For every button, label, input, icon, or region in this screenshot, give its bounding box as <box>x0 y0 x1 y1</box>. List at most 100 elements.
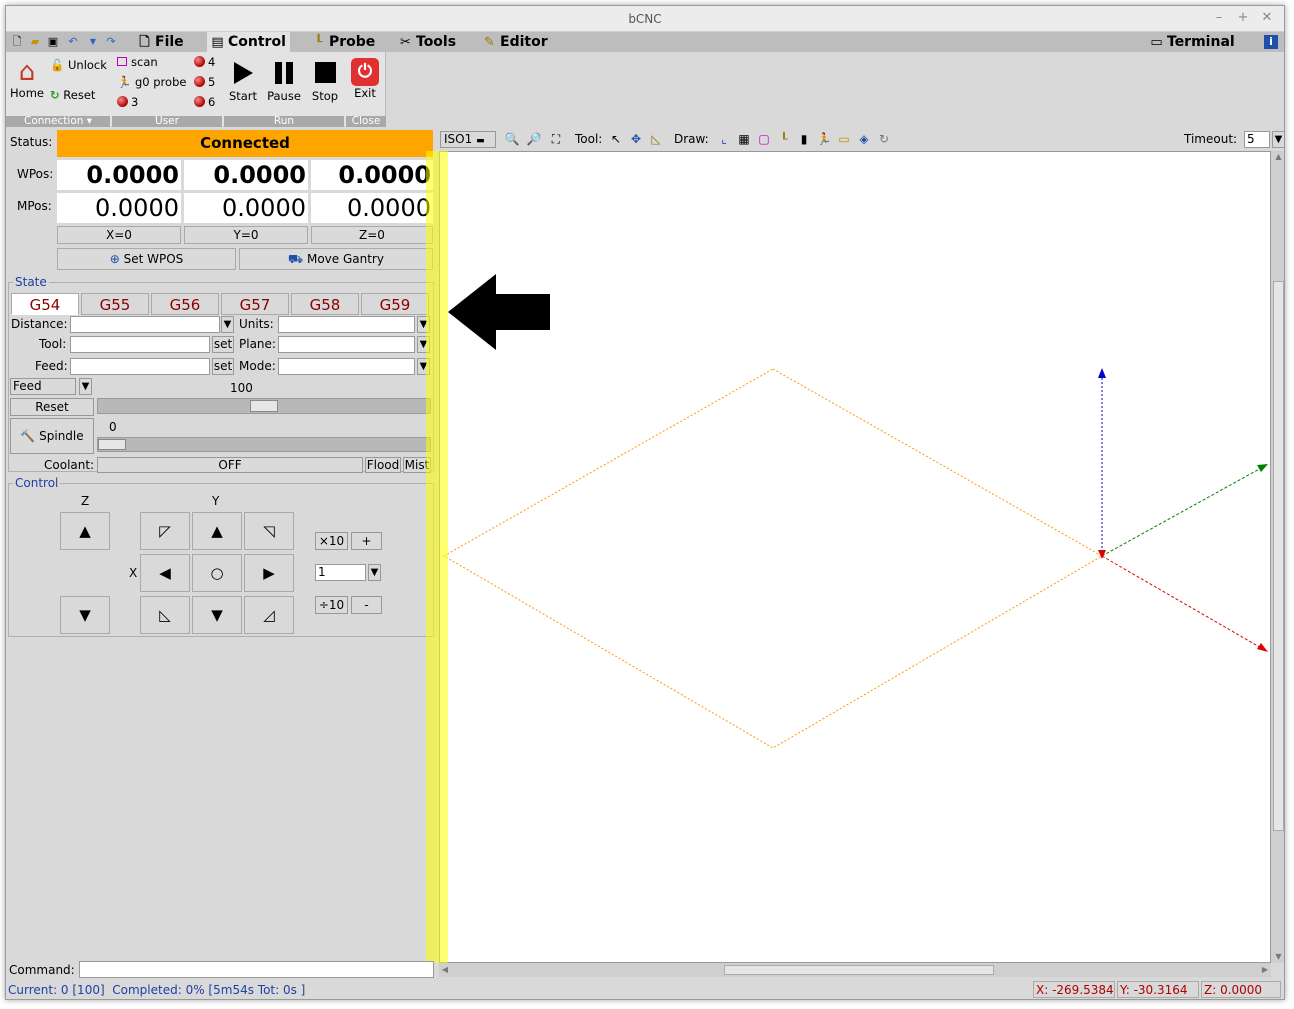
feed-input[interactable] <box>70 358 210 375</box>
info-icon[interactable]: i <box>1264 35 1278 49</box>
tab-g54[interactable]: G54 <box>11 293 79 315</box>
minimize-icon[interactable]: – <box>1210 10 1228 25</box>
feed-reset-button[interactable]: Reset <box>10 398 94 416</box>
slider-handle[interactable] <box>98 439 126 450</box>
undo-dropdown-icon[interactable]: ▼ <box>86 35 100 49</box>
pointer-icon[interactable]: ↖ <box>608 131 624 147</box>
unlock-button[interactable]: 🔓 Unlock <box>50 58 107 72</box>
tab-g56[interactable]: G56 <box>151 293 219 315</box>
connection-group-label[interactable]: Connection ▾ <box>6 116 110 127</box>
step-size-input[interactable]: 1 <box>315 564 366 581</box>
margin-icon[interactable]: ▢ <box>756 131 772 147</box>
rapid-icon[interactable]: 🏃 <box>816 131 832 147</box>
paths-icon[interactable]: ◈ <box>856 131 872 147</box>
view-select[interactable]: ISO1 ▬ <box>440 131 496 148</box>
workarea-icon[interactable]: ▮ <box>796 131 812 147</box>
tab-file[interactable]: 🗋 File <box>134 32 188 52</box>
axes-icon[interactable]: ⌞ <box>716 131 732 147</box>
jog-z-up-button[interactable]: ▲ <box>60 512 110 550</box>
step-multiply-button[interactable]: ×10 <box>315 532 348 550</box>
slider-handle[interactable] <box>250 400 278 412</box>
tab-editor[interactable]: ✎ Editor <box>479 32 552 52</box>
redraw-icon[interactable]: ↻ <box>876 131 892 147</box>
zoom-out-icon[interactable]: 🔎 <box>526 131 542 147</box>
jog-y-plus-button[interactable]: ▲ <box>192 512 242 550</box>
scroll-down-icon[interactable]: ▼ <box>1271 951 1284 963</box>
scroll-thumb[interactable] <box>1273 281 1284 831</box>
jog-x-plus-button[interactable]: ▶ <box>244 554 294 592</box>
chevron-down-icon[interactable]: ▼ <box>79 378 92 395</box>
tab-terminal[interactable]: ▭ Terminal <box>1146 32 1239 52</box>
chevron-down-icon[interactable]: ▼ <box>368 564 381 581</box>
pause-button[interactable]: Pause <box>264 60 304 103</box>
tab-control[interactable]: ▤ Control <box>207 32 290 52</box>
grid-icon[interactable]: ▦ <box>736 131 752 147</box>
plane-select[interactable] <box>278 336 415 353</box>
chevron-down-icon[interactable]: ▼ <box>221 316 234 333</box>
move-gantry-button[interactable]: ⛟ Move Gantry <box>239 248 433 270</box>
open-folder-icon[interactable]: ▰ <box>28 35 42 49</box>
zoom-fit-icon[interactable]: ⛶ <box>548 131 564 147</box>
scroll-right-icon[interactable]: ▶ <box>1259 963 1271 977</box>
reset-button[interactable]: ↻ Reset <box>50 88 95 102</box>
jog-x-minus-y-minus-button[interactable]: ◺ <box>140 596 190 634</box>
distance-select[interactable] <box>70 316 220 333</box>
ruler-icon[interactable]: ◺ <box>648 131 664 147</box>
coolant-off-button[interactable]: OFF <box>97 457 363 473</box>
tab-g55[interactable]: G55 <box>81 293 149 315</box>
tool-set-button[interactable]: set <box>212 336 234 353</box>
user-button-4[interactable]: 4 <box>194 55 215 69</box>
tab-tools[interactable]: ✂ Tools <box>395 32 460 52</box>
jog-home-button[interactable]: ○ <box>192 554 242 592</box>
vertical-scrollbar[interactable]: ▲ ▼ <box>1271 151 1284 963</box>
spindle-slider[interactable] <box>97 437 431 452</box>
maximize-icon[interactable]: + <box>1234 10 1252 25</box>
units-select[interactable] <box>278 316 415 333</box>
save-icon[interactable]: ▣ <box>46 35 60 49</box>
camera-icon[interactable]: ▭ <box>836 131 852 147</box>
scroll-up-icon[interactable]: ▲ <box>1271 151 1284 163</box>
jog-y-minus-button[interactable]: ▼ <box>192 596 242 634</box>
timeout-input[interactable]: 5 <box>1244 131 1270 148</box>
tab-g58[interactable]: G58 <box>291 293 359 315</box>
new-file-icon[interactable]: 🗋 <box>10 35 24 49</box>
user-button-6[interactable]: 6 <box>194 95 215 109</box>
zoom-in-icon[interactable]: 🔍 <box>504 131 520 147</box>
step-minus-button[interactable]: - <box>351 596 382 614</box>
horizontal-scrollbar[interactable]: ◀ ▶ <box>439 963 1271 977</box>
pan-icon[interactable]: ✥ <box>628 131 644 147</box>
spindle-button[interactable]: 🔨 Spindle <box>10 418 94 454</box>
home-button[interactable]: ⌂ Home <box>8 58 46 100</box>
exit-button[interactable]: ⏻ Exit <box>347 58 383 100</box>
jog-x-plus-y-plus-button[interactable]: ◹ <box>244 512 294 550</box>
command-input[interactable] <box>79 961 434 978</box>
probe-draw-icon[interactable]: ┖ <box>776 131 792 147</box>
redo-icon[interactable]: ↷ <box>104 35 118 49</box>
user-button-5[interactable]: 5 <box>194 75 215 89</box>
flood-button[interactable]: Flood <box>365 457 401 473</box>
jog-z-down-button[interactable]: ▼ <box>60 596 110 634</box>
set-wpos-button[interactable]: ⊕ Set WPOS <box>57 248 236 270</box>
tool-input[interactable] <box>70 336 210 353</box>
feed-override-select[interactable]: Feed <box>10 378 76 395</box>
scroll-left-icon[interactable]: ◀ <box>439 963 451 977</box>
zero-y-button[interactable]: Y=0 <box>184 226 308 244</box>
zero-x-button[interactable]: X=0 <box>57 226 181 244</box>
tab-probe[interactable]: ┖ Probe <box>308 32 379 52</box>
step-plus-button[interactable]: + <box>351 532 382 550</box>
undo-icon[interactable]: ↶ <box>66 35 80 49</box>
start-button[interactable]: Start <box>226 60 260 103</box>
stop-button[interactable]: Stop <box>308 60 342 103</box>
chevron-down-icon[interactable]: ▼ <box>1272 131 1284 148</box>
g0-probe-button[interactable]: 🏃 g0 probe <box>117 75 186 89</box>
user-button-3[interactable]: 3 <box>117 95 138 109</box>
tab-g59[interactable]: G59 <box>361 293 429 315</box>
tab-g57[interactable]: G57 <box>221 293 289 315</box>
jog-x-minus-y-plus-button[interactable]: ◸ <box>140 512 190 550</box>
scan-button[interactable]: scan <box>117 55 158 69</box>
zero-z-button[interactable]: Z=0 <box>311 226 433 244</box>
feed-override-slider[interactable] <box>97 398 431 414</box>
mode-select[interactable] <box>278 358 415 375</box>
jog-x-plus-y-minus-button[interactable]: ◿ <box>244 596 294 634</box>
step-divide-button[interactable]: ÷10 <box>315 596 348 614</box>
